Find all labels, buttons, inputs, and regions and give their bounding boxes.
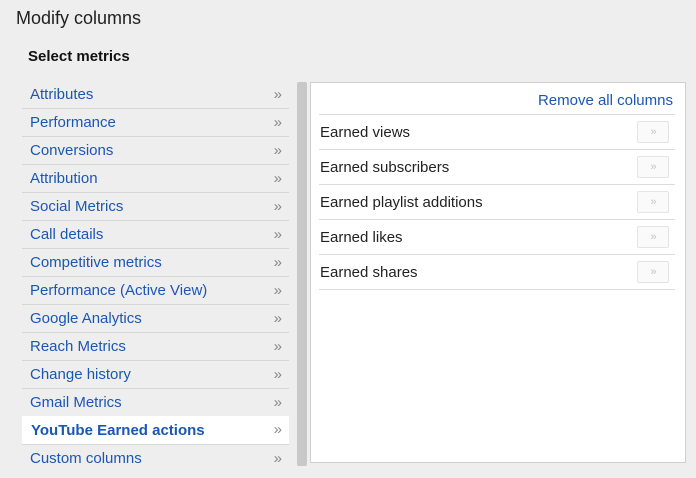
double-chevron-right-icon: »: [273, 169, 282, 187]
category-item-attribution[interactable]: Attribution »: [22, 165, 289, 193]
double-chevron-right-icon: »: [273, 281, 282, 299]
metric-label: Earned views: [320, 123, 411, 141]
double-chevron-right-icon: »: [273, 197, 282, 215]
category-item-gmail-metrics[interactable]: Gmail Metrics »: [22, 389, 289, 417]
double-chevron-right-icon: »: [273, 449, 282, 467]
category-item-attributes[interactable]: Attributes »: [22, 81, 289, 109]
add-metric-button[interactable]: »: [637, 191, 669, 213]
double-chevron-right-icon: »: [273, 393, 282, 411]
category-item-performance[interactable]: Performance »: [22, 109, 289, 137]
category-item-youtube-earned-actions[interactable]: YouTube Earned actions »: [22, 416, 289, 445]
category-label: Reach Metrics: [30, 338, 126, 355]
metric-label: Earned playlist additions: [320, 193, 483, 211]
metrics-list: Earned views » Earned subscribers » Earn…: [319, 114, 675, 290]
metric-label: Earned shares: [320, 263, 418, 281]
category-label: Performance: [30, 114, 116, 131]
category-label: Social Metrics: [30, 198, 124, 215]
double-chevron-right-icon: »: [273, 113, 282, 131]
metric-row-earned-likes: Earned likes »: [319, 220, 675, 255]
metric-row-earned-playlist-additions: Earned playlist additions »: [319, 185, 675, 220]
category-label: Gmail Metrics: [30, 394, 122, 411]
category-label: Change history: [30, 366, 131, 383]
metric-row-earned-shares: Earned shares »: [319, 255, 675, 290]
double-chevron-right-icon: »: [273, 421, 282, 439]
double-chevron-right-icon: »: [273, 365, 282, 383]
metric-label: Earned likes: [320, 228, 403, 246]
category-label: Call details: [30, 226, 104, 243]
category-label: Performance (Active View): [30, 282, 208, 299]
category-label: Conversions: [30, 142, 114, 159]
double-chevron-right-icon: »: [273, 141, 282, 159]
metric-label: Earned subscribers: [320, 158, 450, 176]
category-scrollbar[interactable]: [297, 82, 307, 466]
double-chevron-right-icon: »: [650, 161, 656, 173]
add-metric-button[interactable]: »: [637, 121, 669, 143]
add-metric-button[interactable]: »: [637, 261, 669, 283]
category-label: Competitive metrics: [30, 254, 162, 271]
double-chevron-right-icon: »: [650, 126, 656, 138]
category-item-change-history[interactable]: Change history »: [22, 361, 289, 389]
double-chevron-right-icon: »: [273, 337, 282, 355]
double-chevron-right-icon: »: [650, 231, 656, 243]
category-label: YouTube Earned actions: [31, 421, 205, 439]
metric-row-earned-views: Earned views »: [319, 115, 675, 150]
category-label: Google Analytics: [30, 310, 142, 327]
category-label: Custom columns: [30, 450, 142, 467]
double-chevron-right-icon: »: [273, 253, 282, 271]
double-chevron-right-icon: »: [650, 266, 656, 278]
category-label: Attributes: [30, 86, 94, 103]
double-chevron-right-icon: »: [273, 85, 282, 103]
remove-all-columns-link[interactable]: Remove all columns: [538, 92, 673, 109]
page-title: Modify columns: [16, 8, 142, 28]
category-item-google-analytics[interactable]: Google Analytics »: [22, 305, 289, 333]
metric-row-earned-subscribers: Earned subscribers »: [319, 150, 675, 185]
category-item-call-details[interactable]: Call details »: [22, 221, 289, 249]
category-item-competitive-metrics[interactable]: Competitive metrics »: [22, 249, 289, 277]
add-metric-button[interactable]: »: [637, 226, 669, 248]
category-item-conversions[interactable]: Conversions »: [22, 137, 289, 165]
category-list: Attributes » Performance » Conversions »…: [22, 81, 289, 472]
section-title: Select metrics: [28, 48, 130, 65]
category-item-custom-columns[interactable]: Custom columns »: [22, 445, 289, 472]
add-metric-button[interactable]: »: [637, 156, 669, 178]
metrics-panel: Remove all columns Earned views » Earned…: [310, 82, 686, 463]
category-label: Attribution: [30, 170, 98, 187]
double-chevron-right-icon: »: [273, 309, 282, 327]
double-chevron-right-icon: »: [273, 225, 282, 243]
category-item-performance-active-view[interactable]: Performance (Active View) »: [22, 277, 289, 305]
category-item-reach-metrics[interactable]: Reach Metrics »: [22, 333, 289, 361]
category-item-social-metrics[interactable]: Social Metrics »: [22, 193, 289, 221]
double-chevron-right-icon: »: [650, 196, 656, 208]
